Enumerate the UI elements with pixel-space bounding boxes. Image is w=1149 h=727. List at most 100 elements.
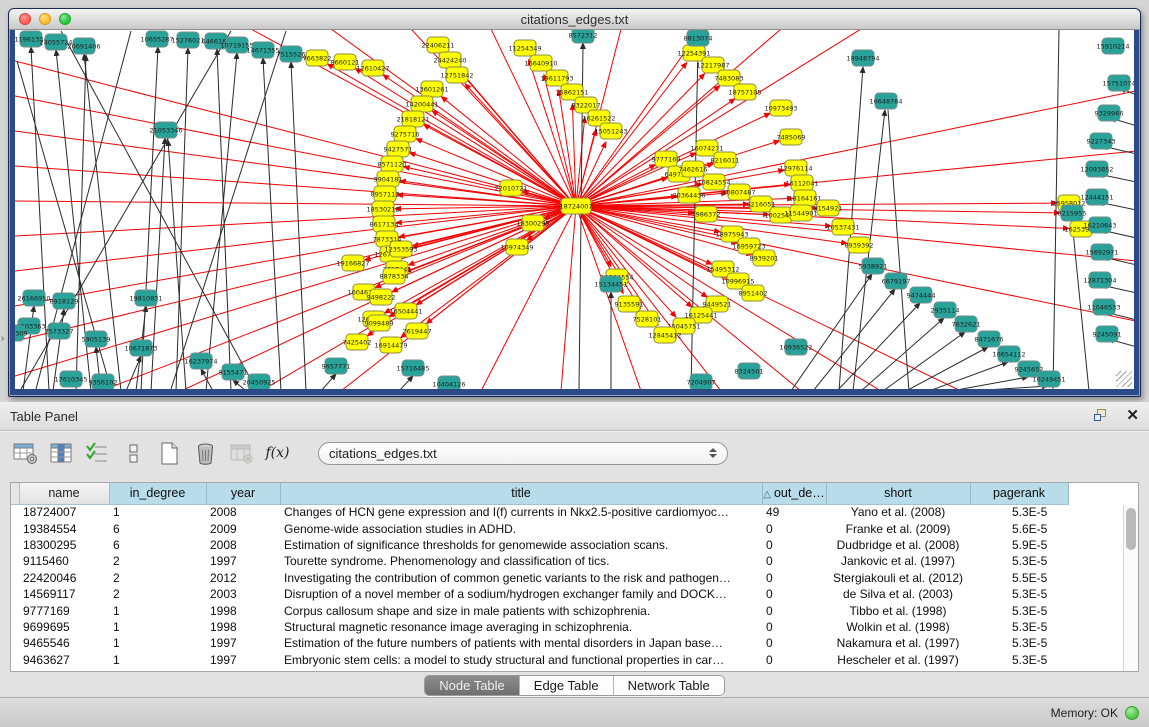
graph-node-label: 10824554 [697,179,730,187]
cell-pagerank: 5.9E-5 [970,537,1068,553]
column-header-pagerank[interactable]: pagerank [970,483,1068,504]
graph-node-label: 16237974 [184,358,217,366]
graph-node-label: 14200441 [405,101,438,109]
graph-node-label: 10404126 [432,381,465,389]
table-settings-icon[interactable] [12,440,39,467]
graph-node-label: 16112041 [785,180,818,188]
node-table-grid: namein_degreeyeartitle△out_de…shortpager… [11,483,1069,668]
cell-title: Structural magnetic resonance image aver… [280,619,762,635]
graph-node-label: 10537431 [826,224,859,232]
table-tabbar: Node Table Edge Table Network Table [0,674,1149,697]
graph-node-label: 7986372 [692,211,721,219]
graph-node-label: 8660121 [331,59,360,67]
cell-name: 18724007 [19,504,109,520]
graph-node-label: 21818121 [396,116,429,124]
cell-name: 9699695 [19,619,109,635]
memory-ok-indicator[interactable] [1125,706,1139,720]
graph-node-label: 24424240 [433,57,466,65]
column-header-title[interactable]: title [280,483,762,504]
graph-node-label: 9245091 [1093,331,1122,339]
graph-node-label: 7632621 [952,321,981,329]
cell-pagerank: 5.3E-5 [970,619,1068,635]
column-header-year[interactable]: year [206,483,280,504]
close-panel-icon[interactable]: ✕ [1126,409,1139,423]
cell-pagerank: 5.3E-5 [970,635,1068,651]
graph-node-label: 11254349 [508,45,541,53]
column-header-name[interactable]: name [19,483,109,504]
cell-in_degree: 1 [109,652,206,668]
tab-node-table[interactable]: Node Table [425,676,520,695]
tab-edge-table[interactable]: Edge Table [520,676,614,695]
cell-in_degree: 1 [109,504,206,520]
table-scrollbar-thumb[interactable] [1126,508,1136,550]
table-panel-header: Table Panel ✕ [0,402,1149,431]
graph-node-label: 12751842 [440,72,473,80]
network-canvas[interactable]: 1872400776638228660121126104272240621124… [15,30,1134,389]
cell-in_degree: 6 [109,520,206,536]
table-row[interactable]: 977716911998Corpus callosum shape and si… [11,602,1068,618]
row-height-icon[interactable] [120,440,147,467]
graph-node-label: 9777169 [652,156,681,164]
graph-node-label: 9154921 [814,205,843,213]
row-gutter-cell [11,619,19,635]
graph-node-label: 7425402 [343,339,372,347]
table-scrollbar[interactable] [1123,505,1138,671]
status-bar: Memory: OK [0,697,1149,727]
cell-year: 2008 [206,537,280,553]
function-icon[interactable]: f(x) [264,440,291,467]
network-table-select[interactable]: citations_edges.txt [318,442,728,465]
panel-collapse-arrow[interactable]: › [1,333,4,344]
cell-short: Jankovic et al. (1997) [826,553,970,569]
column-header-short[interactable]: short [826,483,970,504]
cell-title: Estimation of the future numbers of pati… [280,635,762,651]
table-row[interactable]: 946554611997Estimation of the future num… [11,635,1068,651]
graph-node-label: 15862151 [555,89,588,97]
table-row[interactable]: 911546021997Tourette syndrome. Phenomeno… [11,553,1068,569]
new-file-icon[interactable] [156,440,183,467]
table-row[interactable]: 1938455462009Genome-wide association stu… [11,520,1068,536]
graph-node-label: 12093852 [1080,166,1113,174]
graph-node-label: 9356102 [89,379,118,387]
cell-short: Nakamura et al. (1997) [826,635,970,651]
cell-out_de: 0 [762,520,826,536]
graph-node-label: 7619447 [403,328,432,336]
cell-pagerank: 5.3E-5 [970,652,1068,668]
column-header-out_de[interactable]: △out_de… [762,483,826,504]
network-window: citations_edges.txt 18724007766382286601… [8,8,1141,397]
graph-node-label: 8572312 [569,32,598,40]
graph-node-label: 8939392 [845,242,874,250]
cell-year: 1997 [206,553,280,569]
graph-node-label: 16640910 [524,60,557,68]
delete-icon[interactable] [192,440,219,467]
graph-node-label: 10249451 [1032,376,1065,384]
graph-node-label: 6216051 [747,201,776,209]
table-row[interactable]: 946362711997Embryonic stem cells: a mode… [11,652,1068,668]
tab-network-table[interactable]: Network Table [614,676,724,695]
graph-node-label: 12845412 [648,332,681,340]
graph-node-label: 12976114 [779,165,812,173]
select-rows-icon[interactable] [84,440,111,467]
graph-node-label: 8617134 [370,221,399,229]
table-row[interactable]: 1456911722003Disruption of a novel membe… [11,586,1068,602]
graph-node-label: 6679197 [882,278,911,286]
graph-node-label: 15716485 [396,365,429,373]
cell-in_degree: 1 [109,619,206,635]
float-panel-icon[interactable] [1094,409,1110,423]
cell-year: 1997 [206,635,280,651]
cell-name: 9777169 [19,602,109,618]
row-gutter-cell [11,570,19,586]
graph-node-label: 9329966 [1095,110,1124,118]
table-row[interactable]: 1872400712008Changes of HCN gene express… [11,504,1068,520]
column-visibility-icon[interactable] [48,440,75,467]
column-header-in_degree[interactable]: in_degree [109,483,206,504]
graph-node-label: 21053346 [149,127,182,135]
table-row[interactable]: 2242004622012Investigating the contribut… [11,570,1068,586]
window-titlebar[interactable]: citations_edges.txt [9,9,1140,30]
table-row[interactable]: 969969511998Structural magnetic resonanc… [11,619,1068,635]
table-row[interactable]: 1830029562008Estimation of significance … [11,537,1068,553]
cell-title: Changes of HCN gene expression and I(f) … [280,504,762,520]
cell-short: Hescheler et al. (1997) [826,652,970,668]
cell-out_de: 0 [762,586,826,602]
cell-short: Dudbridge et al. (2008) [826,537,970,553]
canvas-resize-grip[interactable] [1116,371,1132,387]
